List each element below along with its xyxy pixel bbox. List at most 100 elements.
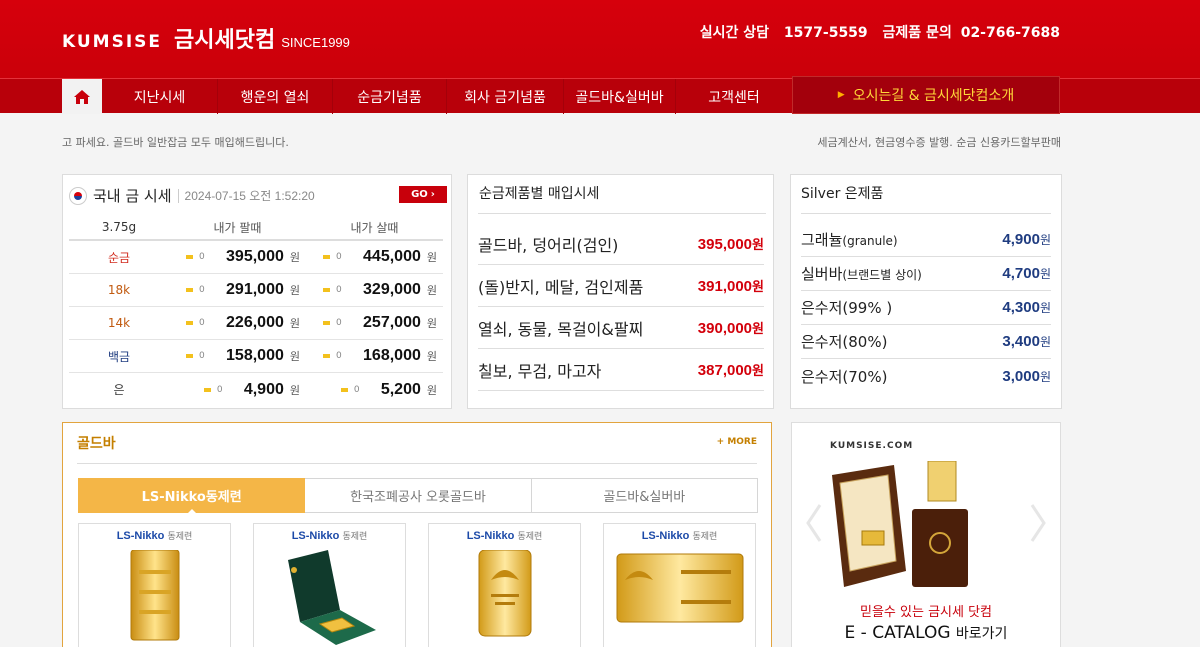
product-card[interactable]: LS-Nikko 동제련	[428, 523, 581, 647]
contact-phone: 1577-5559	[783, 25, 868, 41]
item-name: 칠보, 무검, 마고자	[478, 361, 602, 381]
brand-logo: LS-Nikko 동제련	[466, 530, 543, 542]
product-card[interactable]: LS-Nikko 동제련	[78, 523, 231, 647]
tab-komsco-orot[interactable]: 한국조폐공사 오롯골드바	[305, 478, 532, 513]
chevron-right-icon[interactable]	[1028, 503, 1048, 543]
nav-item-past-prices[interactable]: 지난시세	[102, 79, 218, 114]
won-unit: 원	[426, 383, 437, 397]
table-row: 은 0 4,900 원 0 5,200 원	[69, 373, 443, 406]
change-indicator: 0	[186, 252, 226, 262]
table-header-row: 3.75g 내가 팔때 내가 살때	[69, 215, 443, 241]
metal-name: 은	[113, 383, 125, 397]
product-card[interactable]: LS-Nikko 동제련	[253, 523, 406, 647]
metal-name: 백금	[107, 349, 131, 364]
gold-price-header: 국내 금 시세 2024-07-15 오전 1:52:20 GO ›	[69, 184, 447, 207]
notice-right: 세금계산서, 현금영수증 발행. 순금 신용카드할부판매	[817, 136, 1061, 149]
korea-flag-icon	[69, 186, 87, 205]
site-header: KUMSISE 금시세닷컴 SINCE1999 실시간 상담 1577-5559…	[0, 0, 1200, 114]
silver-list: 그래뉼(granule) 4,900원 실버바(브랜드별 상이) 4,700원 …	[801, 223, 1051, 393]
nav-item-gold-souvenir[interactable]: 순금기념품	[333, 79, 447, 114]
item-name: 열쇠, 동물, 목걸이&팔찌	[478, 319, 644, 339]
item-price: 3,400원	[1002, 333, 1051, 350]
logo-korean: 금시세닷컴	[174, 28, 276, 53]
item-name: (돌)반지, 메달, 검인제품	[478, 277, 644, 297]
domestic-gold-price-panel: 국내 금 시세 2024-07-15 오전 1:52:20 GO › 3.75g…	[62, 174, 452, 409]
goldbar-tabs: LS-Nikko동제련 한국조폐공사 오롯골드바 골드바&실버바	[78, 478, 758, 513]
go-button-label: GO	[411, 189, 428, 200]
product-list: LS-Nikko 동제련 LS-Nikko 동제련 LS-Nikko 동제련 L…	[78, 523, 758, 647]
brand-logo: LS-Nikko 동제련	[116, 530, 193, 542]
buy-price: 168,000	[363, 347, 421, 364]
main-nav: 지난시세 행운의 열쇠 순금기념품 회사 금기념품 골드바&실버바 고객센터 ▶…	[0, 76, 1200, 114]
list-item: 골드바, 덩어리(검인) 395,000원	[478, 223, 764, 265]
change-indicator: 0	[203, 385, 244, 395]
won-unit: 원	[289, 383, 300, 397]
change-indicator: 0	[323, 285, 363, 295]
item-name: 그래뉼(granule)	[801, 231, 898, 249]
chevron-left-icon[interactable]	[804, 503, 824, 543]
change-indicator: 0	[340, 385, 381, 395]
gold-price-datetime: 2024-07-15 오전 1:52:20	[184, 189, 315, 203]
item-name: 은수저(70%)	[801, 367, 888, 386]
nav-special-label: 오시는길 & 금시세닷컴소개	[852, 88, 1015, 104]
won-unit: 원	[289, 317, 300, 330]
inquiry-label: 금제품 문의	[882, 25, 952, 41]
contact-label: 실시간 상담	[699, 25, 770, 41]
item-name: 실버바(브랜드별 상이)	[801, 265, 922, 283]
won-unit: 원	[426, 350, 437, 363]
change-indicator: 0	[323, 252, 363, 262]
list-item: 그래뉼(granule) 4,900원	[801, 223, 1051, 257]
pure-gold-title: 순금제품별 매입시세	[478, 184, 766, 214]
item-price: 395,000원	[697, 236, 764, 253]
sell-header: 내가 팔때	[213, 220, 262, 235]
item-price: 4,900원	[1002, 231, 1051, 248]
triangle-icon: ▶	[837, 90, 845, 100]
nav-item-customer-center[interactable]: 고객센터	[676, 79, 792, 114]
contact-info: 실시간 상담 1577-5559 금제품 문의 02-766-7688	[690, 22, 1060, 42]
change-indicator: 0	[186, 351, 226, 361]
gold-price-table: 3.75g 내가 팔때 내가 살때 순금 0 395,000 원 0 445,000 원…	[69, 215, 443, 406]
item-price: 4,300원	[1002, 299, 1051, 316]
item-price: 3,000원	[1002, 367, 1051, 385]
unit-header: 3.75g	[101, 220, 137, 234]
buy-price: 5,200	[380, 380, 421, 398]
nav-item-goldbar-silverbar[interactable]: 골드바&실버바	[564, 79, 676, 114]
won-unit: 원	[289, 251, 300, 264]
won-unit: 원	[426, 284, 437, 297]
catalog-brand: KUMSISE.COM	[830, 441, 914, 451]
catalog-box-image-icon	[832, 461, 968, 587]
home-button[interactable]	[62, 79, 102, 114]
more-link[interactable]: + MORE	[717, 437, 757, 447]
notice-left: 고 파세요. 골드바 일반잡금 모두 매입해드립니다.	[62, 136, 289, 149]
table-row: 18k 0 291,000 원 0 329,000 원	[69, 274, 443, 307]
site-logo[interactable]: KUMSISE 금시세닷컴 SINCE1999	[62, 22, 350, 54]
item-price: 4,700원	[1002, 265, 1051, 282]
go-button[interactable]: GO ›	[399, 186, 447, 203]
buy-price: 257,000	[363, 314, 421, 331]
list-item: 은수저(80%) 3,400원	[801, 325, 1051, 359]
brand-logo: LS-Nikko 동제련	[291, 530, 368, 542]
sell-price: 158,000	[226, 347, 284, 364]
list-item: 실버바(브랜드별 상이) 4,700원	[801, 257, 1051, 291]
product-card[interactable]: LS-Nikko 동제련	[603, 523, 756, 647]
sell-price: 226,000	[226, 314, 284, 331]
list-item: 열쇠, 동물, 목걸이&팔찌 390,000원	[478, 307, 764, 349]
tab-ls-nikko[interactable]: LS-Nikko동제련	[78, 478, 306, 513]
goldbar-100g-image-icon	[478, 550, 531, 637]
metal-name: 18k	[107, 283, 131, 297]
divider	[77, 463, 757, 464]
nav-item-company-souvenir[interactable]: 회사 금기념품	[447, 79, 564, 114]
brand-logo: LS-Nikko 동제련	[641, 530, 718, 542]
metal-name: 14k	[107, 316, 131, 330]
sell-price: 291,000	[226, 281, 284, 298]
inquiry-phone: 02-766-7688	[960, 25, 1060, 41]
list-item: 칠보, 무검, 마고자 387,000원	[478, 349, 764, 391]
goldbar-case-image-icon	[287, 550, 376, 645]
catalog-link-text: E - CATALOG 바로가기	[844, 623, 1008, 643]
tab-goldbar-silverbar[interactable]: 골드바&실버바	[531, 478, 758, 513]
goldbar-image-icon	[130, 550, 179, 641]
buy-header: 내가 살때	[350, 220, 399, 235]
nav-item-lucky-key[interactable]: 행운의 열쇠	[218, 79, 333, 114]
e-catalog-banner[interactable]: KUMSISE.COM 믿을수 있는 금시세 닷컴 E - CATALOG 바로…	[791, 422, 1061, 647]
nav-item-directions[interactable]: ▶ 오시는길 & 금시세닷컴소개	[792, 76, 1060, 114]
